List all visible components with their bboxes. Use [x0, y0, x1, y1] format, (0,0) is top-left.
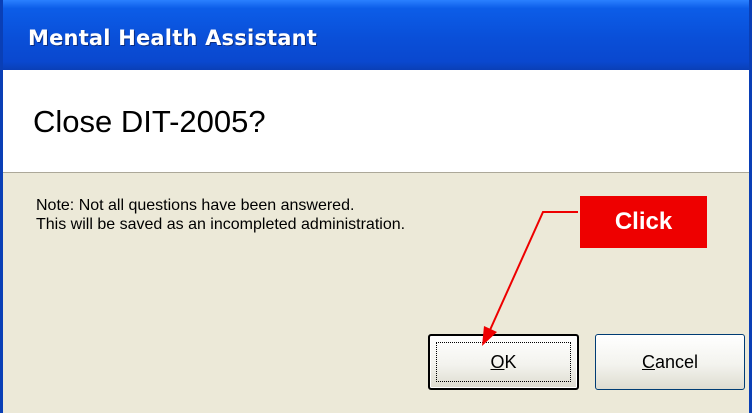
cancel-label-rest: ancel — [654, 351, 699, 372]
note-line: This will be saved as an incompleted adm… — [36, 216, 406, 233]
cancel-mnemonic: C — [641, 351, 655, 372]
cancel-button-label: Cancel — [642, 352, 698, 373]
click-callout: Click — [580, 196, 707, 248]
window-title: Mental Health Assistant — [28, 26, 318, 50]
note-text: Note: Not all questions have been answer… — [36, 196, 405, 234]
title-bar[interactable]: Mental Health Assistant — [3, 0, 749, 70]
dialog-heading: Close DIT-2005? — [33, 104, 266, 139]
ok-mnemonic: O — [490, 351, 505, 372]
heading-panel: Close DIT-2005? — [3, 70, 749, 173]
note-line: Note: Not all questions have been answer… — [36, 197, 355, 214]
ok-button-label: OK — [490, 352, 516, 373]
cancel-button[interactable]: Cancel — [595, 334, 745, 390]
ok-label-rest: K — [504, 351, 517, 372]
ok-button[interactable]: OK — [428, 334, 579, 390]
